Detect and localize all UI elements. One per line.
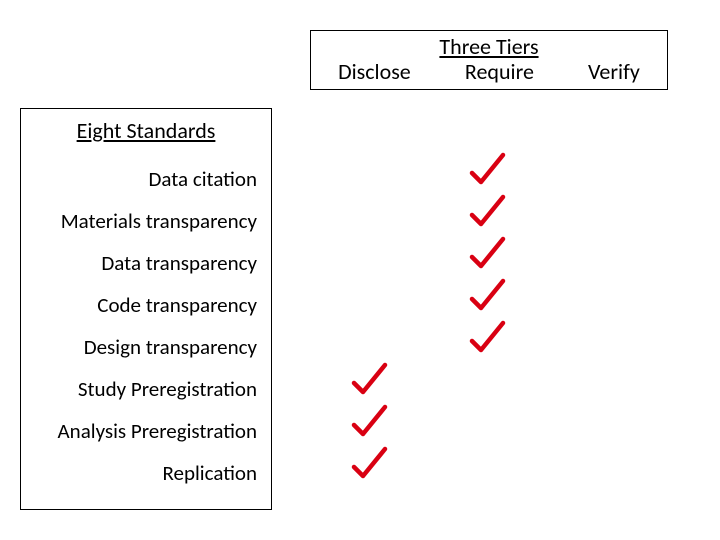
check-cell [428,191,546,236]
tier-label-require: Require [465,58,534,85]
standards-list: Data citationMaterials transparencyData … [21,158,271,494]
standards-box: Eight Standards Data citationMaterials t… [20,108,272,510]
tier-label-disclose: Disclose [338,58,411,85]
tiers-title: Three Tiers [311,33,667,60]
standards-row: Study Preregistration [21,368,271,410]
check-row [310,318,666,360]
tiers-box: Three Tiers Disclose Require Verify [310,30,668,90]
check-cell [428,275,546,320]
check-cell [310,443,428,488]
standards-row: Materials transparency [21,200,271,242]
standards-row: Analysis Preregistration [21,410,271,452]
check-icon [349,469,389,488]
standards-row: Code transparency [21,284,271,326]
check-row [310,276,666,318]
standards-row: Design transparency [21,326,271,368]
slide: Three Tiers Disclose Require Verify Eigh… [0,0,720,540]
check-grid [310,150,666,510]
check-cell [428,317,546,362]
check-cell [310,401,428,446]
tier-label-verify: Verify [588,58,640,85]
check-icon [467,343,507,362]
check-cell [310,359,428,404]
check-row [310,360,666,402]
standards-row: Replication [21,452,271,494]
check-row [310,150,666,192]
check-row [310,234,666,276]
tiers-labels: Disclose Require Verify [311,58,667,85]
standards-title: Eight Standards [21,117,271,144]
standards-row: Data transparency [21,242,271,284]
check-cell [428,233,546,278]
check-row [310,402,666,444]
check-cell [428,149,546,194]
check-row [310,192,666,234]
check-row [310,444,666,486]
standards-row: Data citation [21,158,271,200]
